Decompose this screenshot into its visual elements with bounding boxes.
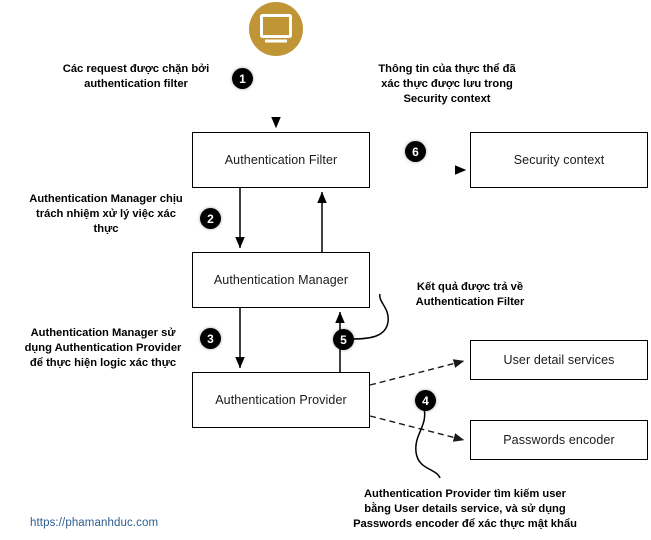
node-authentication-provider[interactable]: Authentication Provider (192, 372, 370, 428)
node-label: Authentication Provider (215, 393, 347, 407)
annotation-provider-lookup: Authentication Provider tìm kiếm user bằ… (353, 488, 577, 530)
node-label: Passwords encoder (503, 433, 615, 447)
node-label: Authentication Manager (213, 273, 349, 287)
step-badge-6: 6 (405, 141, 426, 162)
annotation-result-returned: Kết quả được trả về Authentication Filte… (415, 281, 525, 308)
node-authentication-filter[interactable]: Authentication Filter (192, 132, 370, 188)
annotation-manager-responsibility: Authentication Manager chịu trách nhiệm … (29, 193, 183, 235)
annotation-request-intercepted: Các request được chặn bởi authentication… (62, 63, 210, 90)
arrow-provider-to-passwords-encoder (369, 415, 465, 442)
monitor-icon (260, 14, 292, 43)
step-badge-number: 6 (412, 144, 419, 159)
step-badge-3: 3 (200, 328, 221, 349)
step-badge-number: 3 (207, 331, 214, 346)
arrow-provider-to-user-details (369, 359, 465, 386)
step-badge-number: 4 (422, 393, 429, 408)
node-passwords-encoder[interactable]: Passwords encoder (470, 420, 648, 460)
node-security-context[interactable]: Security context (470, 132, 648, 188)
step-badge-4: 4 (415, 390, 436, 411)
step-badge-5: 5 (333, 329, 354, 350)
client-monitor-icon (249, 2, 303, 56)
node-label: Authentication Filter (224, 153, 338, 167)
annotation-authenticated-entity-stored: Thông tin của thực thể đã xác thực được … (378, 63, 516, 105)
diagram-canvas: Authentication Filter Security context A… (0, 0, 651, 540)
node-label: User detail services (503, 353, 615, 367)
annotation-manager-uses-provider: Authentication Manager sử dụng Authentic… (24, 327, 182, 369)
step-badge-number: 1 (239, 71, 246, 86)
node-user-detail-services[interactable]: User detail services (470, 340, 648, 380)
step-badge-number: 2 (207, 211, 214, 226)
site-url-link[interactable]: https://phamanhduc.com (30, 517, 158, 529)
step-badge-number: 5 (340, 332, 347, 347)
leader-provider-lookup (415, 407, 441, 479)
step-badge-1: 1 (232, 68, 253, 89)
node-label: Security context (513, 153, 605, 167)
node-authentication-manager[interactable]: Authentication Manager (192, 252, 370, 308)
